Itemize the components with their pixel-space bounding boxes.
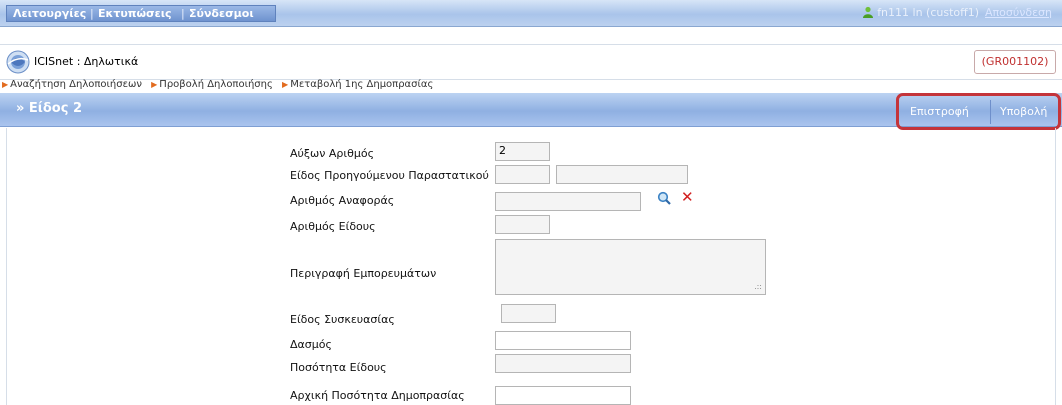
user-area: fn111 ln (custoff1) Αποσύνδεση (862, 6, 1052, 19)
goods-description-label: Περιγραφή Εμπορευμάτων (290, 267, 437, 280)
breadcrumb-arrow-icon: ▶ (282, 80, 289, 89)
initial-auction-qty-field[interactable] (495, 386, 631, 405)
breadcrumb: ▶ Αναζήτηση Δηλοποιήσεων ▶ Προβολή Δηλοποι… (0, 79, 1062, 92)
user-name: fn111 ln (custoff1) (877, 6, 980, 19)
back-button[interactable]: Επιστροφή (910, 105, 969, 118)
main-menu: Λειτουργίες | Εκτυπώσεις | Σύνδεσμοι (6, 5, 276, 22)
action-buttons-highlight: Επιστροφή Υποβολή (896, 93, 1061, 130)
serial-number-label: Αύξων Αριθμός (290, 147, 375, 160)
submit-button[interactable]: Υποβολή (1000, 105, 1047, 118)
item-quantity-label: Ποσότητα Είδους (290, 361, 387, 374)
search-icon[interactable] (657, 191, 671, 205)
item-quantity-field[interactable] (495, 354, 631, 373)
section-title: » Είδος 2 (16, 101, 83, 116)
left-border (0, 128, 7, 405)
duty-field[interactable] (495, 331, 631, 350)
app-title: ICISnet : Δηλωτικά (34, 55, 139, 68)
right-border (1055, 128, 1062, 405)
menu-separator: | (90, 7, 94, 20)
reference-code: (GR001102) (974, 50, 1056, 74)
initial-auction-qty-label: Αρχική Ποσότητα Δημοπρασίας (290, 389, 465, 402)
reference-number-field[interactable] (495, 192, 641, 211)
duty-label: Δασμός (290, 338, 332, 351)
resize-handle-icon[interactable]: .:: (754, 282, 762, 291)
breadcrumb-item-view[interactable]: Προβολή Δηλοποιήσης (159, 79, 273, 90)
packaging-type-label: Είδος Συσκευασίας (290, 313, 395, 326)
menu-item-printouts[interactable]: Εκτυπώσεις (98, 7, 172, 20)
top-menu-bar: Λειτουργίες | Εκτυπώσεις | Σύνδεσμοι fn1… (0, 0, 1062, 27)
breadcrumb-arrow-icon: ▶ (2, 80, 9, 89)
previous-doc-type-field[interactable] (495, 165, 550, 184)
packaging-type-field[interactable] (501, 304, 556, 323)
app-header: ICISnet : Δηλωτικά (GR001102) (0, 44, 1062, 80)
previous-doc-type-label: Είδος Προηγούμενου Παραστατικού (290, 169, 489, 182)
breadcrumb-item-search[interactable]: Αναζήτηση Δηλοποιήσεων (10, 79, 142, 90)
delete-icon[interactable]: ✕ (681, 188, 694, 206)
menu-item-functions[interactable]: Λειτουργίες (13, 7, 86, 20)
button-divider (990, 100, 991, 124)
logout-link[interactable]: Αποσύνδεση (985, 6, 1052, 19)
previous-doc-number-field[interactable] (556, 165, 688, 184)
item-number-label: Αριθμός Είδους (290, 220, 376, 233)
user-icon (863, 6, 874, 18)
item-number-field[interactable] (495, 215, 550, 234)
menu-item-links[interactable]: Σύνδεσμοι (189, 7, 254, 20)
serial-number-field[interactable]: 2 (495, 142, 550, 161)
breadcrumb-arrow-icon: ▶ (151, 80, 158, 89)
breadcrumb-item-current: Μεταβολή 1ης Δημοπρασίας (290, 79, 434, 90)
globe-icon (6, 50, 30, 74)
menu-separator: | (181, 7, 185, 20)
reference-number-label: Αριθμός Αναφοράς (290, 194, 395, 207)
goods-description-textarea[interactable]: .:: (495, 239, 766, 295)
